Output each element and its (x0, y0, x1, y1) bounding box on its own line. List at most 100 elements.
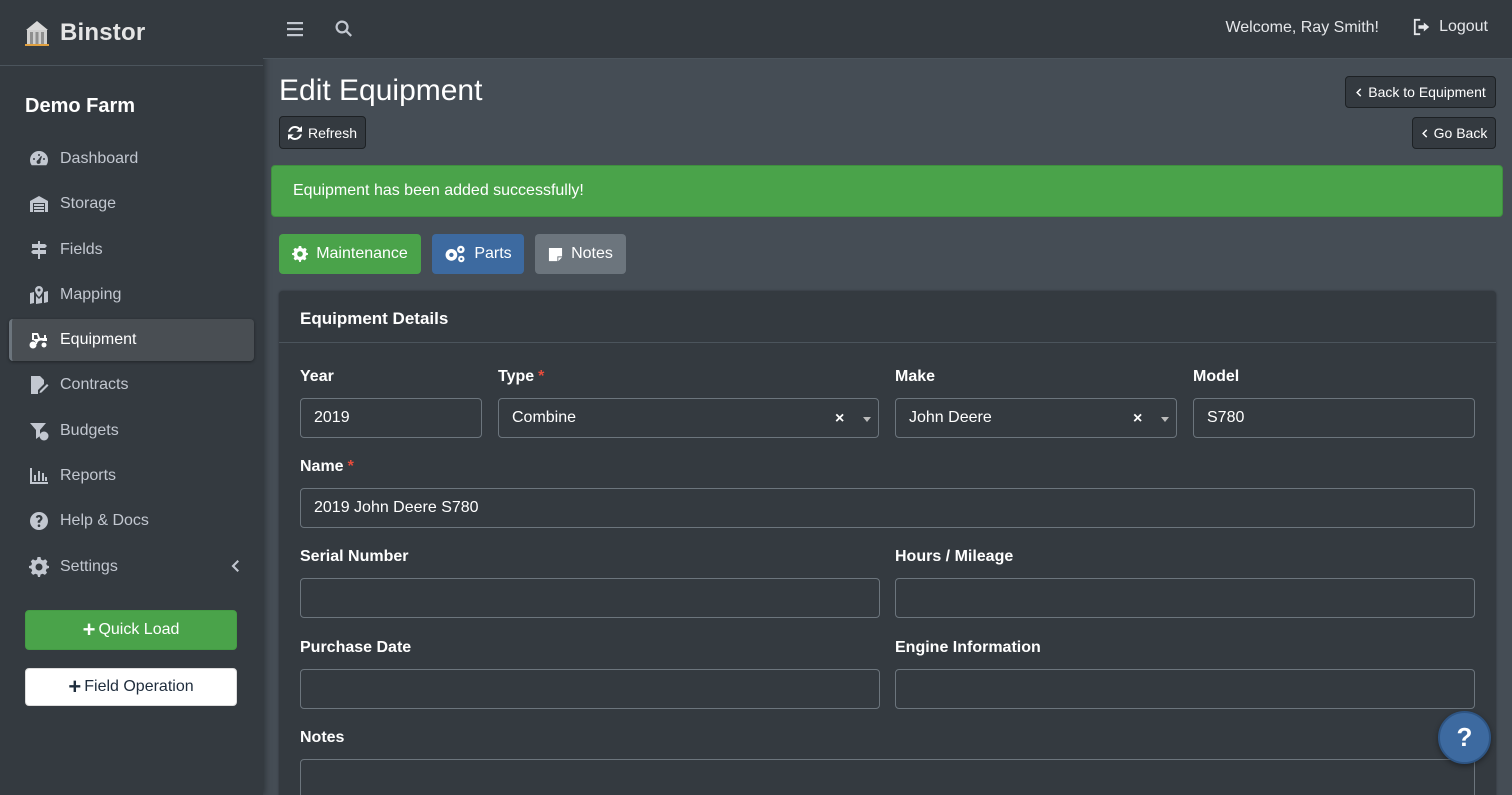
card-title: Equipment Details (279, 291, 1496, 343)
back-to-equipment-button[interactable]: Back to Equipment (1345, 76, 1496, 108)
type-select[interactable]: Combine × (498, 398, 879, 438)
question-mark-icon: ? (1456, 722, 1473, 752)
logout-label: Logout (1439, 18, 1488, 35)
make-select[interactable]: John Deere × (895, 398, 1177, 438)
field-operation-button[interactable]: + Field Operation (25, 668, 237, 706)
hours-mileage-label: Hours / Mileage (895, 548, 1014, 565)
serial-number-input[interactable] (300, 578, 880, 618)
sidebar-item-fields[interactable]: Fields (9, 229, 254, 271)
purchase-date-input[interactable] (300, 669, 880, 709)
alert-message: Equipment has been added successfully! (293, 182, 584, 199)
sidebar-item-label: Help & Docs (60, 512, 149, 530)
sidebar-item-label: Equipment (60, 331, 137, 349)
hours-mileage-input[interactable] (895, 578, 1475, 618)
question-circle-icon (28, 510, 50, 532)
dropdown-caret-icon[interactable] (863, 417, 871, 422)
tractor-icon (28, 329, 50, 351)
required-indicator: * (538, 368, 545, 385)
year-label: Year (300, 368, 334, 385)
sidebar-item-dashboard[interactable]: Dashboard (9, 138, 254, 180)
sidebar-item-settings[interactable]: Settings (9, 546, 254, 588)
plus-icon: + (82, 617, 96, 642)
required-indicator: * (347, 458, 354, 475)
sidebar-item-budgets[interactable]: Budgets (9, 410, 254, 452)
gear-icon (292, 246, 309, 262)
sidebar-item-mapping[interactable]: Mapping (9, 274, 254, 316)
year-input[interactable]: 2019 (300, 398, 482, 438)
chevron-left-icon (1421, 128, 1427, 138)
make-label: Make (895, 368, 936, 385)
engine-information-input[interactable] (895, 669, 1475, 709)
chevron-left-icon (1356, 87, 1362, 97)
sidebar: Binstor Demo Farm Dashboard Storage Fiel… (0, 0, 263, 795)
cogs-icon (445, 245, 465, 263)
quick-load-button[interactable]: + Quick Load (25, 610, 237, 650)
equipment-details-card: Equipment Details Year 2019 Type * Combin… (279, 291, 1496, 795)
type-label: Type * (498, 368, 544, 386)
notes-textarea[interactable] (300, 759, 1475, 795)
notes-label: Notes (571, 245, 613, 262)
sidebar-item-label: Fields (60, 240, 103, 258)
hamburger-menu-icon[interactable] (285, 19, 305, 39)
refresh-icon (287, 125, 302, 140)
funnel-dollar-icon (28, 420, 50, 442)
sidebar-item-equipment[interactable]: Equipment (9, 319, 254, 362)
sidebar-item-help-docs[interactable]: Help & Docs (9, 500, 254, 542)
logout-link[interactable]: Logout (1413, 18, 1488, 36)
sidebar-item-label: Budgets (60, 421, 119, 439)
sidebar-item-contracts[interactable]: Contracts (9, 364, 254, 406)
sidebar-item-label: Storage (60, 195, 117, 213)
brand[interactable]: Binstor (0, 0, 263, 66)
sidebar-item-label: Settings (60, 557, 118, 575)
welcome-text: Welcome, Ray Smith! (1225, 19, 1379, 36)
maintenance-label: Maintenance (316, 245, 408, 262)
sidebar-item-reports[interactable]: Reports (9, 455, 254, 497)
model-label: Model (1193, 368, 1240, 385)
maintenance-button[interactable]: Maintenance (279, 234, 421, 274)
go-back-button[interactable]: Go Back (1412, 117, 1496, 149)
serial-number-label: Serial Number (300, 548, 409, 565)
name-label-text: Name (300, 458, 344, 475)
refresh-button[interactable]: Refresh (279, 116, 366, 149)
farm-name: Demo Farm (25, 95, 136, 117)
back-to-equipment-label: Back to Equipment (1368, 84, 1486, 100)
sidebar-item-storage[interactable]: Storage (9, 183, 254, 225)
notes-button[interactable]: Notes (535, 234, 626, 274)
type-label-text: Type (498, 368, 535, 385)
sidebar-nav: Dashboard Storage Fields Mapping Equipme… (0, 138, 263, 588)
search-icon[interactable] (334, 19, 354, 39)
page-title: Edit Equipment (279, 74, 483, 107)
purchase-date-label: Purchase Date (300, 639, 412, 656)
brand-name: Binstor (60, 18, 146, 46)
refresh-label: Refresh (307, 124, 358, 141)
gear-icon (28, 556, 50, 578)
engine-information-label: Engine Information (895, 639, 1041, 656)
parts-button[interactable]: Parts (432, 234, 524, 274)
sticky-note-icon (549, 247, 563, 261)
clear-selection-icon[interactable]: × (835, 410, 844, 428)
help-floating-button[interactable]: ? (1438, 711, 1491, 764)
signs-icon (28, 239, 50, 261)
success-alert: Equipment has been added successfully! (271, 165, 1503, 217)
field-operation-label: Field Operation (84, 678, 194, 695)
contract-icon (28, 374, 50, 396)
go-back-label: Go Back (1433, 125, 1488, 141)
model-input[interactable]: S780 (1193, 398, 1475, 438)
sidebar-item-label: Contracts (60, 376, 129, 394)
notes-label: Notes (300, 729, 345, 746)
make-selected-value: John Deere (909, 409, 992, 426)
chevron-left-icon[interactable] (230, 558, 240, 574)
name-input[interactable]: 2019 John Deere S780 (300, 488, 1475, 528)
sign-out-icon (1413, 18, 1430, 36)
clear-selection-icon[interactable]: × (1133, 410, 1142, 428)
dropdown-caret-icon[interactable] (1161, 417, 1169, 422)
quick-load-label: Quick Load (98, 621, 180, 638)
plus-icon: + (68, 674, 82, 699)
type-selected-value: Combine (512, 409, 577, 426)
warehouse-icon (28, 193, 50, 215)
map-icon (28, 284, 50, 306)
silo-logo-icon (25, 20, 49, 46)
tachometer-icon (28, 148, 50, 170)
sidebar-item-label: Mapping (60, 285, 122, 303)
sidebar-item-label: Reports (60, 467, 117, 485)
